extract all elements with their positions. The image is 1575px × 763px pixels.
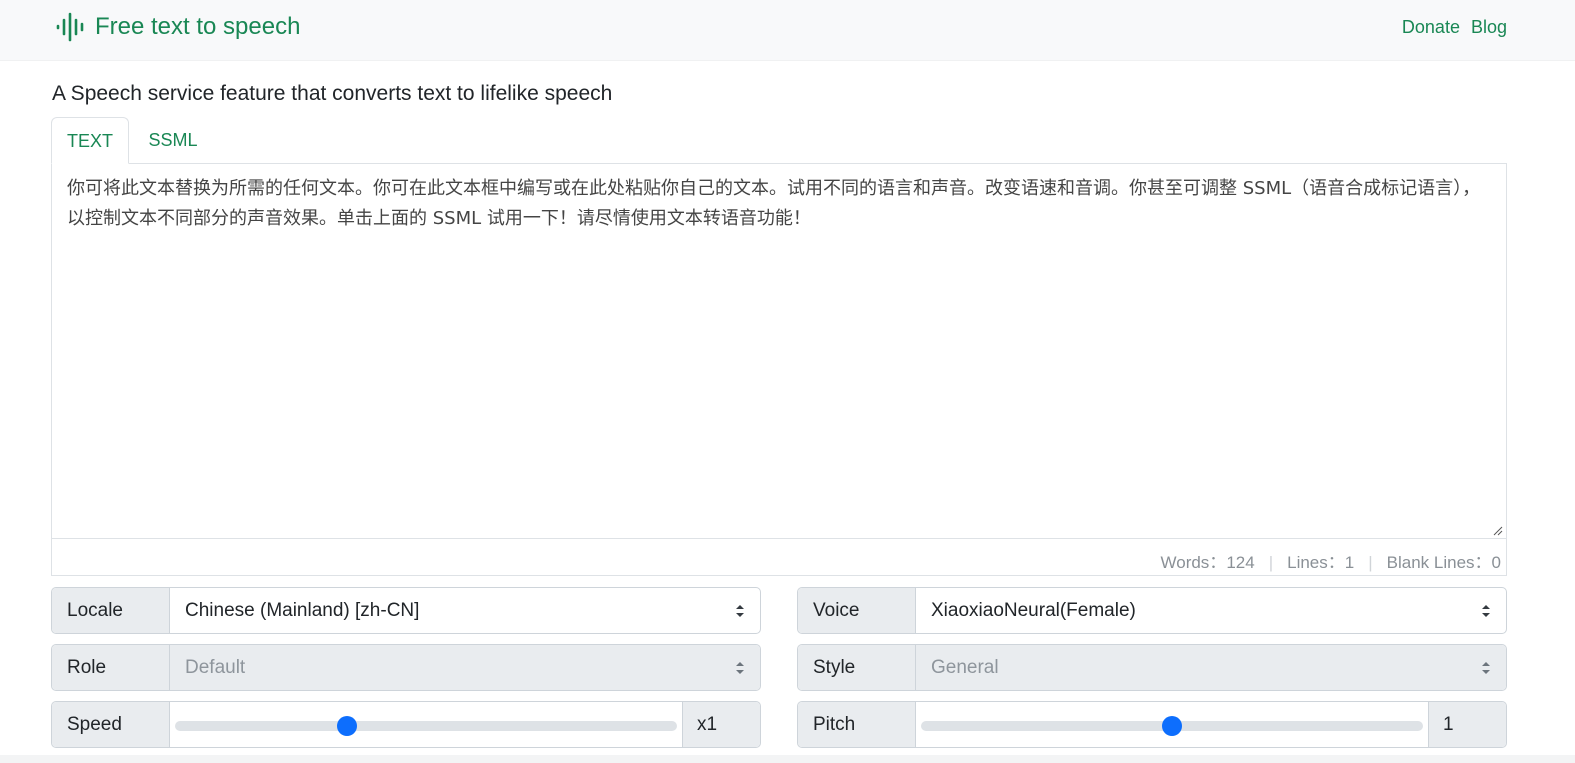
speed-group: Speed x1 <box>51 701 761 748</box>
style-label: Style <box>798 645 916 690</box>
pitch-label: Pitch <box>798 702 916 747</box>
divider: | <box>1268 553 1274 572</box>
slider-thumb[interactable] <box>337 716 358 736</box>
nav-link-blog[interactable]: Blog <box>1471 17 1507 37</box>
role-group: Role Default <box>51 644 761 691</box>
nav-link-donate[interactable]: Donate <box>1402 17 1460 37</box>
page-bottom-edge <box>0 755 1575 763</box>
locale-label: Locale <box>52 588 170 633</box>
locale-select[interactable]: Chinese (Mainland) [zh-CN] <box>170 588 760 633</box>
brand[interactable]: Free text to speech <box>55 12 300 42</box>
words-label: Words： <box>1160 553 1227 572</box>
tab-bar: TEXT SSML <box>51 117 1507 164</box>
speed-value: x1 <box>682 702 760 747</box>
select-caret-icon <box>1482 662 1490 674</box>
sound-wave-icon <box>56 12 84 42</box>
role-label: Role <box>52 645 170 690</box>
divider: | <box>1368 553 1373 572</box>
style-select: General <box>916 645 1506 690</box>
slider-track[interactable] <box>175 721 677 731</box>
pitch-slider[interactable] <box>916 702 1428 747</box>
role-select: Default <box>170 645 760 690</box>
resize-handle-icon[interactable] <box>1493 526 1503 536</box>
select-caret-icon <box>736 662 744 674</box>
words-count: 124 <box>1226 553 1255 572</box>
slider-thumb[interactable] <box>1162 716 1182 736</box>
style-value: General <box>931 657 999 678</box>
speed-label: Speed <box>52 702 170 747</box>
pitch-value: 1 <box>1428 702 1506 747</box>
page-headline: A Speech service feature that converts t… <box>52 82 613 105</box>
select-caret-icon <box>1482 605 1490 617</box>
lines-label: Lines： <box>1287 553 1345 572</box>
voice-select[interactable]: XiaoxiaoNeural(Female) <box>916 588 1506 633</box>
text-stats: Words：124 | Lines：1 | Blank Lines：0 <box>1161 548 1502 573</box>
editor-footer: Words：124 | Lines：1 | Blank Lines：0 <box>52 538 1506 577</box>
pitch-group: Pitch 1 <box>797 701 1507 748</box>
brand-title[interactable]: Free text to speech <box>95 13 300 41</box>
locale-group: Locale Chinese (Mainland) [zh-CN] <box>51 587 761 634</box>
tab-text[interactable]: TEXT <box>51 117 129 164</box>
editor-textarea[interactable]: 你可将此文本替换为所需的任何文本。你可在此文本框中编写或在此处粘贴你自己的文本。… <box>67 174 1484 234</box>
tab-ssml[interactable]: SSML <box>131 117 215 164</box>
voice-group: Voice XiaoxiaoNeural(Female) <box>797 587 1507 634</box>
nav-links: Donate Blog <box>1396 17 1507 38</box>
locale-value: Chinese (Mainland) [zh-CN] <box>185 600 420 621</box>
navbar: Free text to speech Donate Blog <box>0 0 1575 61</box>
voice-label: Voice <box>798 588 916 633</box>
text-editor[interactable]: 你可将此文本替换为所需的任何文本。你可在此文本框中编写或在此处粘贴你自己的文本。… <box>51 163 1507 576</box>
speed-slider[interactable] <box>170 702 682 747</box>
style-group: Style General <box>797 644 1507 691</box>
role-value: Default <box>185 657 246 678</box>
select-caret-icon <box>736 605 744 617</box>
voice-value: XiaoxiaoNeural(Female) <box>931 600 1136 621</box>
lines-count: 1 <box>1344 553 1355 572</box>
blank-lines-count: 0 <box>1491 553 1501 572</box>
blank-lines-label: Blank Lines： <box>1386 553 1492 572</box>
